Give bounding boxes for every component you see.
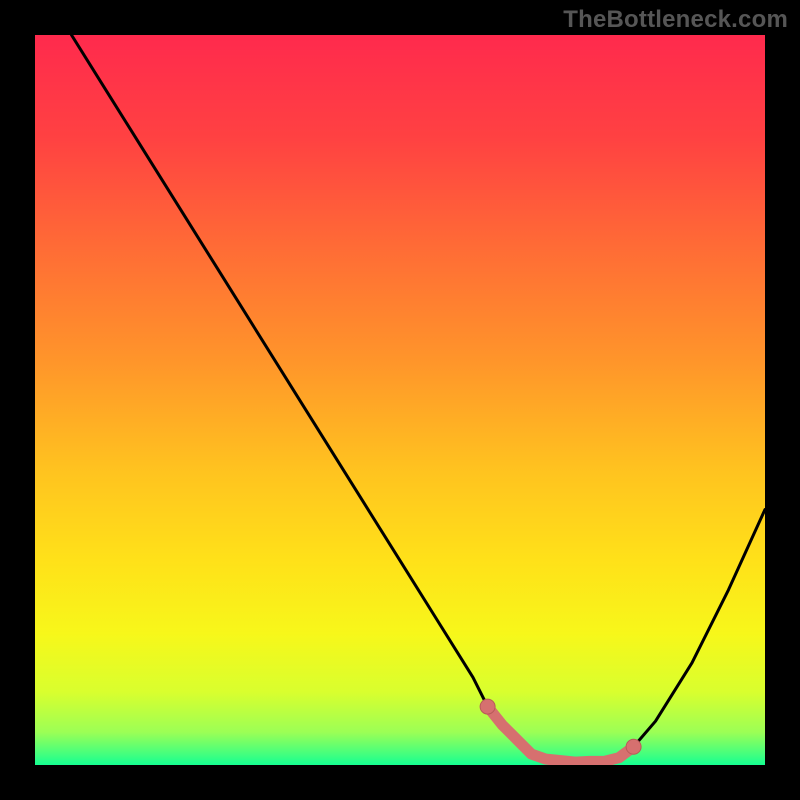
gradient-background xyxy=(35,35,765,765)
bottleneck-chart xyxy=(0,0,800,800)
marker-dot xyxy=(480,699,495,714)
watermark-text: TheBottleneck.com xyxy=(563,6,788,34)
marker-dot xyxy=(626,739,641,754)
chart-frame: TheBottleneck.com xyxy=(0,0,800,800)
